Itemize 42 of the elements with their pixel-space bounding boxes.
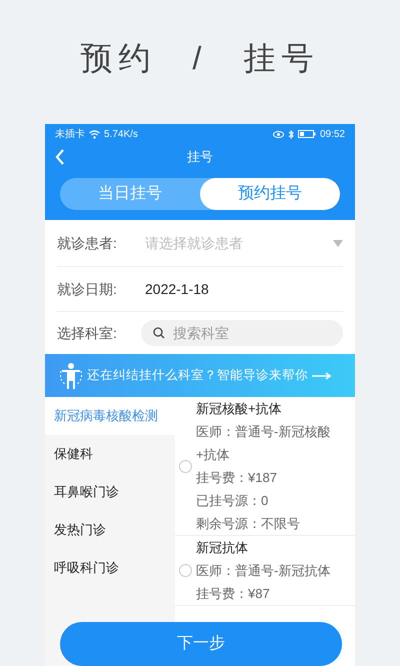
department-item[interactable]: 发热门诊 <box>45 511 175 549</box>
slot-title: 新冠核酸+抗体 <box>196 400 283 418</box>
slot-title: 新冠抗体 <box>196 539 249 557</box>
arrow-right-icon <box>312 372 332 380</box>
department-search-field[interactable]: 搜索科室 <box>141 320 343 346</box>
person-icon <box>59 362 83 390</box>
eye-icon <box>272 130 284 138</box>
battery-icon <box>298 130 316 138</box>
date-value[interactable]: 2022-1-18 <box>145 278 209 300</box>
department-item[interactable]: 耳鼻喉门诊 <box>45 473 175 511</box>
wifi-icon <box>89 130 100 138</box>
tab[interactable]: 预约挂号 <box>200 178 340 210</box>
back-icon[interactable] <box>55 149 65 165</box>
field-label: 选择科室: <box>57 324 118 342</box>
carrier-text: 未插卡 <box>55 128 85 142</box>
smart-guide-banner[interactable]: 还在纠结挂什么科室？智能导诊来帮你 <box>45 354 355 397</box>
slot-detail: 医师：普通号-新冠抗体 <box>196 562 330 580</box>
department-item[interactable]: 新冠病毒核酸检测 <box>45 397 175 435</box>
banner-text: 还在纠结挂什么科室？智能导诊来帮你 <box>87 367 308 384</box>
radio-button[interactable] <box>179 460 192 472</box>
headline-text: 挂号 <box>243 39 320 78</box>
department-item[interactable]: 呼吸科门诊 <box>45 549 175 587</box>
slot-detail: 挂号费：¥187 <box>196 469 278 487</box>
search-icon <box>153 327 165 339</box>
slot-detail: 已挂号源：0 <box>196 492 270 510</box>
slot-detail: 挂号费：¥87 <box>196 585 271 603</box>
next-step-button[interactable]: 下一步 <box>60 622 342 666</box>
network-speed: 5.74K/s <box>104 128 138 142</box>
slot-detail: 医师：普通号-新冠核酸+抗体 <box>196 423 332 464</box>
slot-detail: 剩余号源：不限号 <box>196 515 301 533</box>
bluetooth-icon <box>288 130 294 138</box>
field-label: 就诊患者: <box>57 234 118 252</box>
headline-text: 预约 <box>80 39 157 78</box>
patient-select[interactable]: 请选择就诊患者 <box>145 232 343 254</box>
page-title: 挂号 <box>187 148 213 166</box>
radio-button[interactable] <box>179 564 192 577</box>
dropdown-caret-icon <box>333 240 343 246</box>
field-label: 就诊日期: <box>57 280 118 298</box>
tab[interactable]: 当日挂号 <box>60 178 200 210</box>
headline-text: / <box>192 39 208 78</box>
clock-text: 09:52 <box>320 128 345 142</box>
department-item[interactable]: 保健科 <box>45 435 175 473</box>
